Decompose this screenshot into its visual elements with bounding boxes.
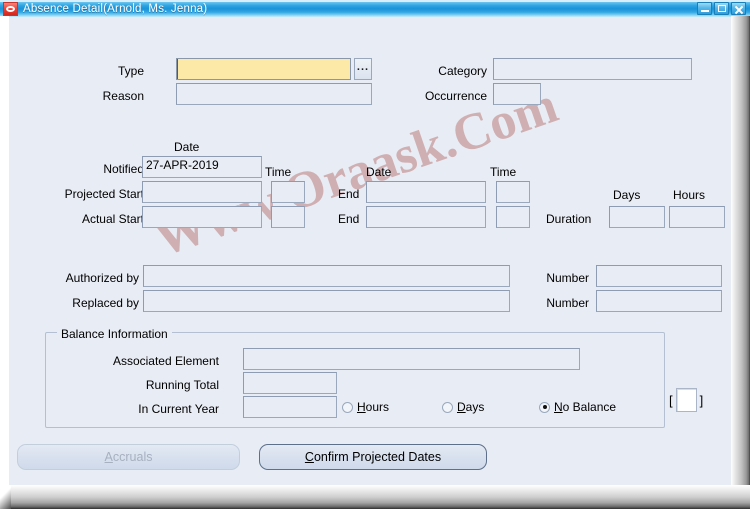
form-canvas: Www.Oraask.Com Type ... Reason Category … [9, 17, 731, 485]
authorized-by-input[interactable] [143, 265, 510, 287]
confirm-projected-dates-button[interactable]: Confirm Projected Dates [259, 444, 487, 470]
in-current-year-label: In Current Year [138, 402, 219, 416]
absence-detail-window: Absence Detail(Arnold, Ms. Jenna) Www.Or… [0, 0, 750, 509]
days-column-header: Days [613, 188, 641, 202]
type-lov-button[interactable]: ... [354, 58, 372, 80]
dff-input[interactable] [675, 388, 697, 412]
type-input[interactable] [176, 58, 351, 80]
dff-open-bracket: [ [669, 392, 673, 408]
minimize-icon[interactable] [697, 2, 712, 15]
replaced-number-input[interactable] [596, 290, 722, 312]
actual-end-time-input[interactable] [496, 206, 530, 228]
window-controls [697, 2, 746, 15]
radio-hours-indicator [342, 401, 353, 413]
radio-hours-label: Hours [357, 400, 390, 414]
time-column-header-1: Time [265, 165, 292, 179]
radio-no-balance-label: No Balance [554, 400, 617, 414]
replaced-number-label: Number [546, 296, 589, 310]
running-total-input[interactable] [243, 372, 337, 394]
duration-days-input[interactable] [609, 206, 665, 228]
radio-no-balance[interactable]: No Balance [539, 400, 616, 414]
replaced-by-input[interactable] [143, 290, 510, 312]
category-label: Category [438, 64, 487, 78]
duration-hours-input[interactable] [669, 206, 725, 228]
maximize-icon[interactable] [714, 2, 729, 15]
associated-element-input[interactable] [243, 348, 580, 370]
window-frame-bottom [0, 485, 750, 509]
duration-label: Duration [546, 212, 592, 226]
hours-column-header: Hours [673, 188, 706, 202]
notified-date-input[interactable]: 27-APR-2019 [142, 156, 262, 178]
window-frame-right [731, 16, 750, 509]
window-title: Absence Detail(Arnold, Ms. Jenna) [23, 2, 208, 15]
dff-close-bracket: ] [699, 392, 704, 408]
occurrence-label: Occurrence [424, 89, 487, 103]
radio-days-indicator [442, 401, 453, 413]
in-current-year-input[interactable] [243, 396, 337, 418]
actual-end-date-input[interactable] [366, 206, 486, 228]
window-frame-corner [0, 485, 11, 509]
title-bar[interactable]: Absence Detail(Arnold, Ms. Jenna) [0, 0, 750, 17]
running-total-label: Running Total [145, 378, 219, 392]
authorized-by-label: Authorized by [65, 271, 139, 285]
projected-start-label: Projected Start [64, 187, 144, 201]
category-input[interactable] [493, 58, 692, 80]
notified-label: Notified [103, 162, 144, 176]
reason-label: Reason [102, 89, 144, 103]
occurrence-input[interactable] [493, 83, 541, 105]
radio-hours[interactable]: Hours [342, 400, 389, 414]
projected-start-date-input[interactable] [142, 181, 262, 203]
title-bar-highlight [0, 0, 750, 2]
authorized-number-label: Number [546, 271, 589, 285]
radio-days-label: Days [457, 400, 485, 414]
close-icon[interactable] [731, 2, 746, 15]
descriptive-flexfield[interactable]: [ ] [669, 388, 703, 412]
radio-no-balance-indicator [539, 401, 550, 413]
projected-end-time-input[interactable] [496, 181, 530, 203]
reason-input[interactable] [176, 83, 372, 105]
oracle-logo-icon [3, 1, 18, 16]
date-column-header-2: Date [366, 165, 392, 179]
window-frame-left [0, 16, 9, 493]
confirm-projected-dates-label: Confirm Projected Dates [304, 450, 442, 464]
time-column-header-2: Time [490, 165, 517, 179]
radio-days[interactable]: Days [442, 400, 484, 414]
authorized-number-input[interactable] [596, 265, 722, 287]
accruals-button[interactable]: Accruals [17, 444, 240, 470]
projected-end-label: End [338, 187, 360, 201]
replaced-by-label: Replaced by [72, 296, 139, 310]
actual-start-date-input[interactable] [142, 206, 262, 228]
type-label: Type [117, 64, 144, 78]
date-column-header-1: Date [174, 140, 200, 154]
actual-start-time-input[interactable] [271, 206, 305, 228]
actual-start-label: Actual Start [81, 212, 144, 226]
projected-end-date-input[interactable] [366, 181, 486, 203]
projected-start-time-input[interactable] [271, 181, 305, 203]
accruals-button-label: Accruals [104, 450, 153, 464]
balance-information-title: Balance Information [57, 327, 172, 341]
actual-end-label: End [338, 212, 360, 226]
associated-element-label: Associated Element [112, 354, 219, 368]
